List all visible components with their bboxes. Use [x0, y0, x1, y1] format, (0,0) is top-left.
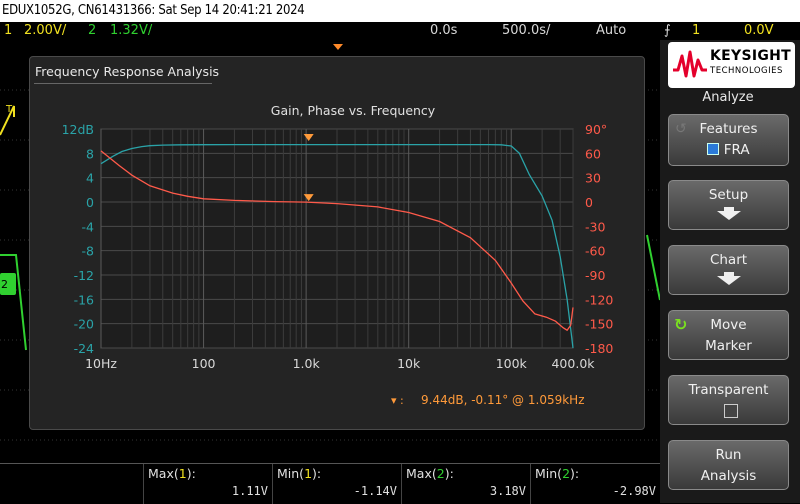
meas-value: 1.11V — [231, 484, 268, 498]
status-bar: 1 2.00V/ 2 1.32V/ 0.0s 500.0s/ Auto ⨍ 1 … — [0, 22, 800, 40]
features-value: FRA — [723, 142, 750, 158]
time-position[interactable]: 0.0s — [430, 22, 457, 40]
trigger-channel[interactable]: 1 — [692, 22, 700, 40]
gain-tick-label: 0 — [86, 195, 94, 210]
gain-tick-label: 12dB — [62, 122, 94, 137]
freq-tick-label: 100 — [192, 356, 216, 371]
chart-title: Gain, Phase vs. Frequency — [271, 103, 436, 118]
brand-name: KEYSIGHT — [710, 48, 791, 64]
window-title: EDUX1052G, CN61431366: Sat Sep 14 20:41:… — [0, 0, 800, 22]
down-arrow-icon — [716, 211, 741, 220]
phase-tick-label: 60 — [585, 146, 601, 161]
phase-tick-label: -90 — [585, 268, 605, 283]
phase-tick-label: -120 — [585, 292, 613, 307]
trigger-edge-icon: ⨍ — [664, 23, 671, 38]
transparent-label: Transparent — [688, 382, 769, 398]
ch2-scale[interactable]: 1.32V/ — [110, 22, 152, 40]
marker-readout: 9.44dB, -0.11° @ 1.059kHz — [421, 393, 585, 407]
meas-min-ch1[interactable]: Min(1): -1.14V — [272, 464, 401, 504]
svg-text:T: T — [5, 104, 13, 115]
phase-tick-label: -150 — [585, 317, 613, 332]
brand-subtitle: TECHNOLOGIES — [710, 66, 783, 76]
ch2-number[interactable]: 2 — [88, 22, 96, 40]
phase-tick-label: 90° — [585, 122, 607, 137]
trigger-marker-icon — [333, 44, 343, 50]
phase-tick-label: -180 — [585, 341, 613, 356]
gain-tick-label: 8 — [86, 146, 94, 161]
brand-logo: KEYSIGHT TECHNOLOGIES — [668, 42, 795, 88]
freq-tick-label: 100k — [496, 356, 528, 371]
gain-tick-label: -4 — [82, 219, 95, 234]
move-marker-softkey[interactable]: ↻ Move Marker — [668, 310, 789, 360]
setup-softkey[interactable]: Setup — [668, 180, 789, 230]
move-label: Move — [710, 317, 747, 333]
ch1-number[interactable]: 1 — [4, 22, 12, 40]
gain-tick-label: -8 — [82, 244, 95, 259]
analysis-label: Analysis — [700, 468, 757, 484]
freq-tick-label: 10Hz — [85, 356, 117, 371]
meas-spacer — [0, 464, 142, 504]
gain-tick-label: -16 — [74, 292, 94, 307]
gain-tick-label: -24 — [74, 341, 94, 356]
fra-dialog[interactable]: Frequency Response Analysis Gain, Phase … — [29, 56, 645, 430]
checkbox-icon — [724, 404, 738, 418]
time-scale[interactable]: 500.0s/ — [502, 22, 550, 40]
phase-tick-label: 0 — [585, 195, 593, 210]
freq-tick-label: 1.0k — [293, 356, 321, 371]
ch2-ground-marker-icon: 2 — [0, 273, 16, 295]
checkbox-icon — [707, 143, 720, 155]
fra-chart[interactable]: Gain, Phase vs. Frequency 12dB 8 4 0 -4 -8 -12… — [30, 57, 644, 429]
marker-label: Marker — [705, 338, 752, 354]
svg-text:2: 2 — [1, 278, 8, 291]
ch1-scale[interactable]: 2.00V/ — [24, 22, 66, 40]
gain-tick-label: 4 — [86, 171, 94, 186]
features-softkey[interactable]: ↺ Features FRA — [668, 114, 789, 166]
ch1-ground-marker-icon: T — [5, 104, 13, 115]
trigger-level[interactable]: 0.0V — [744, 22, 774, 40]
menu-title: Analyze — [702, 90, 754, 105]
gain-tick-label: -12 — [74, 268, 94, 283]
meas-value: -2.98V — [612, 484, 656, 498]
meas-min-ch2[interactable]: Min(2): -2.98V — [530, 464, 660, 504]
chart-softkey[interactable]: Chart — [668, 245, 789, 295]
phase-tick-label: -60 — [585, 244, 605, 259]
meas-value: -1.14V — [353, 484, 397, 498]
phase-tick-label: 30 — [585, 171, 601, 186]
chart-label: Chart — [709, 252, 748, 268]
features-label: Features — [699, 121, 758, 137]
meas-max-ch1[interactable]: Max(1): 1.11V — [143, 464, 272, 504]
meas-value: 3.18V — [489, 484, 526, 498]
transparent-softkey[interactable]: Transparent — [668, 375, 789, 425]
freq-tick-label: 400.0k — [551, 356, 595, 371]
measurement-bar: Max(1): 1.11V Min(1): -1.14V Max(2): 3.1… — [0, 463, 660, 504]
gain-tick-label: -20 — [74, 317, 94, 332]
meas-max-ch2[interactable]: Max(2): 3.18V — [401, 464, 530, 504]
trigger-mode[interactable]: Auto — [596, 22, 626, 40]
setup-label: Setup — [708, 187, 749, 203]
keysight-wave-icon — [673, 50, 707, 78]
ch2-waveform — [0, 254, 27, 351]
freq-tick-label: 10k — [397, 356, 421, 371]
phase-tick-label: -30 — [585, 219, 605, 234]
run-label: Run — [715, 447, 742, 463]
marker-readout-icon: ▾ : — [391, 394, 404, 407]
down-arrow-icon — [716, 276, 741, 285]
run-analysis-softkey[interactable]: Run Analysis — [668, 440, 789, 490]
